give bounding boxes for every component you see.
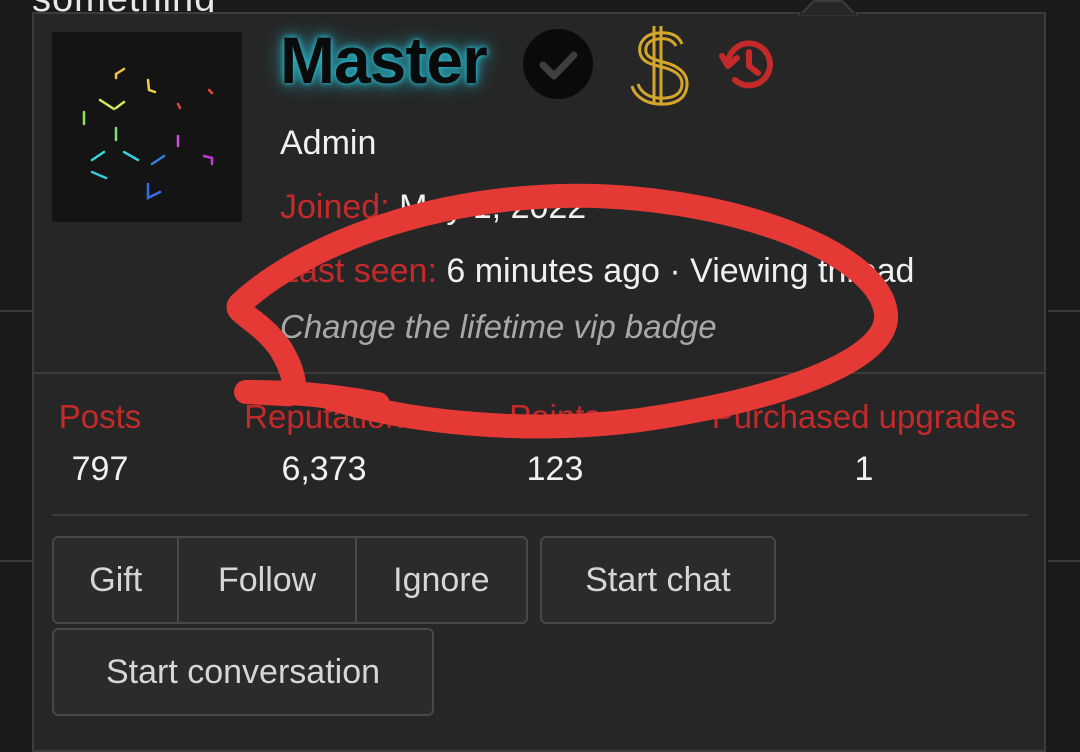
annotation-circle: [226, 183, 898, 439]
